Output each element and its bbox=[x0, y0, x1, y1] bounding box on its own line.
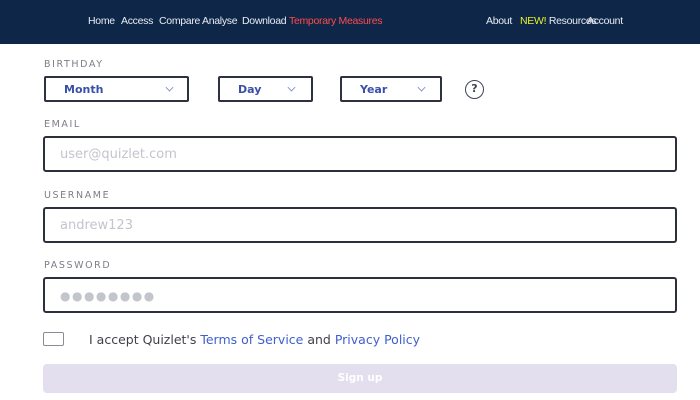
accept-terms-checkbox[interactable] bbox=[43, 332, 64, 346]
password-field[interactable] bbox=[43, 277, 677, 313]
privacy-policy-link[interactable]: Privacy Policy bbox=[335, 332, 420, 347]
chevron-down-icon bbox=[287, 83, 296, 92]
username-label: USERNAME bbox=[44, 190, 111, 201]
chevron-down-icon bbox=[417, 83, 426, 92]
month-select[interactable]: Month bbox=[44, 76, 189, 102]
nav-item-about[interactable]: About bbox=[486, 14, 512, 28]
password-label: PASSWORD bbox=[44, 260, 112, 271]
month-select-value: Month bbox=[64, 83, 104, 96]
terms-prefix: I accept Quizlet's bbox=[89, 332, 201, 347]
nav-item-analyse[interactable]: Analyse bbox=[202, 14, 238, 28]
email-label: EMAIL bbox=[44, 119, 81, 130]
nav-item-account[interactable]: Account bbox=[587, 14, 623, 28]
username-field[interactable] bbox=[43, 207, 677, 243]
day-select[interactable]: Day bbox=[218, 76, 313, 102]
email-field[interactable] bbox=[43, 136, 677, 172]
nav-item-compare[interactable]: Compare bbox=[159, 14, 200, 28]
nav-item-resources[interactable]: NEW! Resources bbox=[520, 14, 597, 28]
nav-item-download[interactable]: Download bbox=[242, 14, 287, 28]
question-circle-icon[interactable]: ? bbox=[465, 80, 484, 99]
sign-up-button[interactable]: Sign up bbox=[43, 364, 677, 393]
terms-of-service-link[interactable]: Terms of Service bbox=[200, 332, 303, 347]
year-select[interactable]: Year bbox=[340, 76, 442, 102]
new-badge: NEW! bbox=[520, 15, 547, 27]
nav-item-temporary-measures[interactable]: Temporary Measures bbox=[289, 14, 383, 28]
terms-text: I accept Quizlet's Terms of Service and … bbox=[89, 332, 420, 348]
year-select-value: Year bbox=[360, 83, 388, 96]
terms-and: and bbox=[303, 332, 335, 347]
nav-item-access[interactable]: Access bbox=[121, 14, 153, 28]
chevron-down-icon bbox=[165, 83, 174, 92]
top-nav-bar: Home Access Compare Analyse Download Tem… bbox=[0, 0, 700, 44]
nav-item-home[interactable]: Home bbox=[88, 14, 115, 28]
birthday-label: BIRTHDAY bbox=[44, 59, 104, 70]
day-select-value: Day bbox=[238, 83, 262, 96]
